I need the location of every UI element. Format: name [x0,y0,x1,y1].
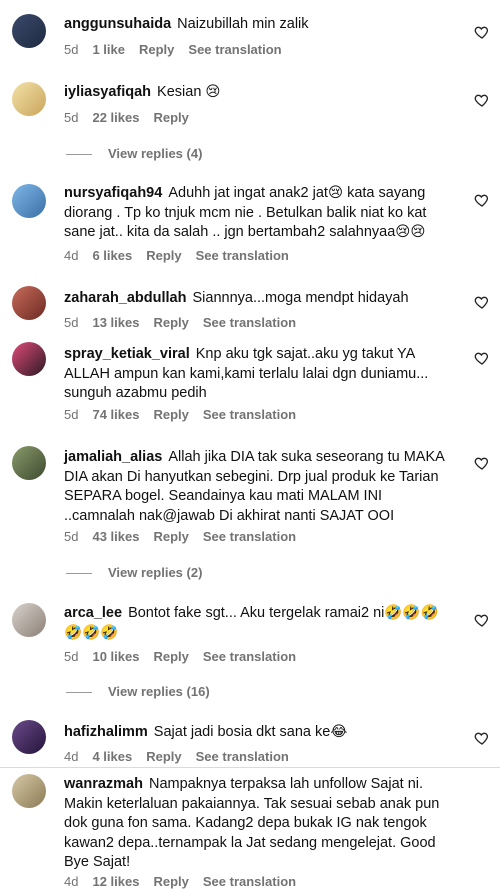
comment-meta: 4d 4 likes Reply See translation [64,749,303,764]
view-replies-button[interactable]: View replies (16) [66,684,210,699]
reply-button[interactable]: Reply [139,42,174,57]
comment-time: 4d [64,248,79,263]
comment-likes[interactable]: 10 likes [92,649,139,664]
comment-username[interactable]: anggunsuhaida [64,16,171,32]
view-replies-label: View replies (16) [108,684,210,699]
avatar[interactable] [12,14,46,48]
comment-time: 4d [64,749,79,764]
comment-username[interactable]: arca_lee [64,605,122,621]
divider-line [66,692,92,694]
divider-line [66,154,92,156]
comment-text: Sajat jadi bosia dkt sana ke😂 [153,724,348,740]
view-replies-button[interactable]: View replies (2) [66,565,202,580]
heart-icon[interactable] [474,612,490,628]
avatar[interactable] [12,82,46,116]
see-translation-button[interactable]: See translation [203,315,296,330]
see-translation-button[interactable]: See translation [203,874,296,889]
comment-text: Siannnya...moga mendpt hidayah [192,290,409,306]
heart-icon[interactable] [474,455,490,471]
comment-likes[interactable]: 12 likes [92,874,139,889]
reply-button[interactable]: Reply [153,315,188,330]
view-replies-button[interactable]: View replies (4) [66,146,202,161]
comment-likes[interactable]: 43 likes [92,529,139,544]
see-translation-button[interactable]: See translation [203,649,296,664]
reply-button[interactable]: Reply [153,407,188,422]
comment-likes[interactable]: 4 likes [92,749,132,764]
view-replies-label: View replies (2) [108,565,203,580]
comment-time: 5d [64,407,79,422]
comment-meta: 5d 43 likes Reply See translation [64,529,310,544]
heart-icon[interactable] [474,92,490,108]
avatar[interactable] [12,286,46,320]
comment-time: 4d [64,874,79,889]
see-translation-button[interactable]: See translation [196,749,289,764]
reply-button[interactable]: Reply [153,529,188,544]
comment-text: Naizubillah min zalik [177,16,309,32]
divider [0,767,500,768]
reply-button[interactable]: Reply [146,749,181,764]
comment-likes[interactable]: 1 like [92,42,125,57]
comment-time: 5d [64,42,79,57]
comment-time: 5d [64,649,79,664]
see-translation-button[interactable]: See translation [203,407,296,422]
comment-username[interactable]: wanrazmah [64,776,143,792]
heart-icon[interactable] [474,730,490,746]
comment-likes[interactable]: 22 likes [92,110,139,125]
comment-meta: 5d 74 likes Reply See translation [64,407,310,422]
comment-time: 5d [64,529,79,544]
comment-username[interactable]: spray_ketiak_viral [64,346,190,362]
comment-username[interactable]: nursyafiqah94 [64,185,162,201]
comment-meta: 4d 12 likes Reply See translation [64,874,310,889]
avatar[interactable] [12,342,46,376]
avatar[interactable] [12,720,46,754]
comment-text: Kesian 😢 [157,84,221,100]
comment-meta: 5d 1 like Reply See translation [64,42,296,57]
heart-icon[interactable] [474,192,490,208]
heart-icon[interactable] [474,350,490,366]
comment-meta: 5d 13 likes Reply See translation [64,315,310,330]
comment-likes[interactable]: 74 likes [92,407,139,422]
comment-username[interactable]: jamaliah_alias [64,449,162,465]
heart-icon[interactable] [474,294,490,310]
comment-likes[interactable]: 13 likes [92,315,139,330]
view-replies-label: View replies (4) [108,146,203,161]
see-translation-button[interactable]: See translation [188,42,281,57]
heart-icon[interactable] [474,24,490,40]
see-translation-button[interactable]: See translation [203,529,296,544]
reply-button[interactable]: Reply [153,110,188,125]
comment-meta: 5d 10 likes Reply See translation [64,649,310,664]
comment-username[interactable]: hafizhalimm [64,724,148,740]
divider-line [66,573,92,575]
comment-username[interactable]: iyliasyafiqah [64,84,151,100]
comment-meta: 5d 22 likes Reply [64,110,203,125]
see-translation-button[interactable]: See translation [196,248,289,263]
reply-button[interactable]: Reply [153,649,188,664]
comments-feed: anggunsuhaida Naizubillah min zalik 5d 1 l… [0,0,500,889]
avatar[interactable] [12,603,46,637]
avatar[interactable] [12,446,46,480]
comment-meta: 4d 6 likes Reply See translation [64,248,303,263]
comment-likes[interactable]: 6 likes [92,248,132,263]
avatar[interactable] [12,184,46,218]
reply-button[interactable]: Reply [146,248,181,263]
avatar[interactable] [12,774,46,808]
comment-time: 5d [64,315,79,330]
comment-username[interactable]: zaharah_abdullah [64,290,186,306]
reply-button[interactable]: Reply [153,874,188,889]
comment-time: 5d [64,110,79,125]
